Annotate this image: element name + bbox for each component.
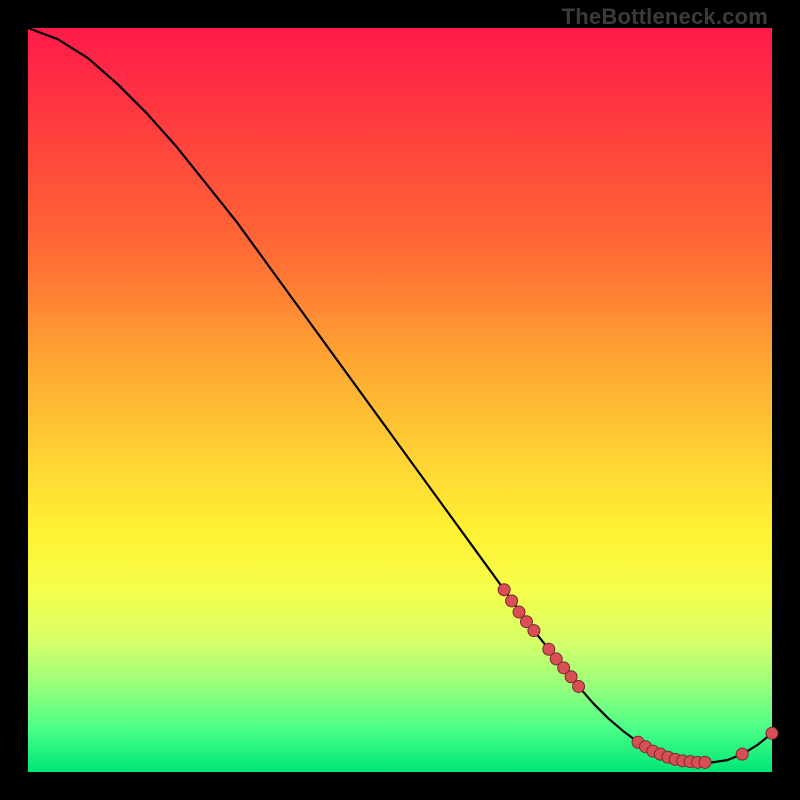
data-marker bbox=[736, 748, 748, 760]
data-marker bbox=[573, 680, 585, 692]
data-marker bbox=[506, 595, 518, 607]
watermark-text: TheBottleneck.com bbox=[562, 4, 768, 30]
plot-area bbox=[28, 28, 772, 772]
data-marker bbox=[699, 756, 711, 768]
data-marker bbox=[498, 584, 510, 596]
curve-svg bbox=[28, 28, 772, 772]
data-marker bbox=[528, 625, 540, 637]
bottleneck-curve bbox=[28, 28, 772, 762]
chart-frame: TheBottleneck.com bbox=[0, 0, 800, 800]
data-marker bbox=[766, 727, 778, 739]
marker-group bbox=[498, 584, 778, 769]
